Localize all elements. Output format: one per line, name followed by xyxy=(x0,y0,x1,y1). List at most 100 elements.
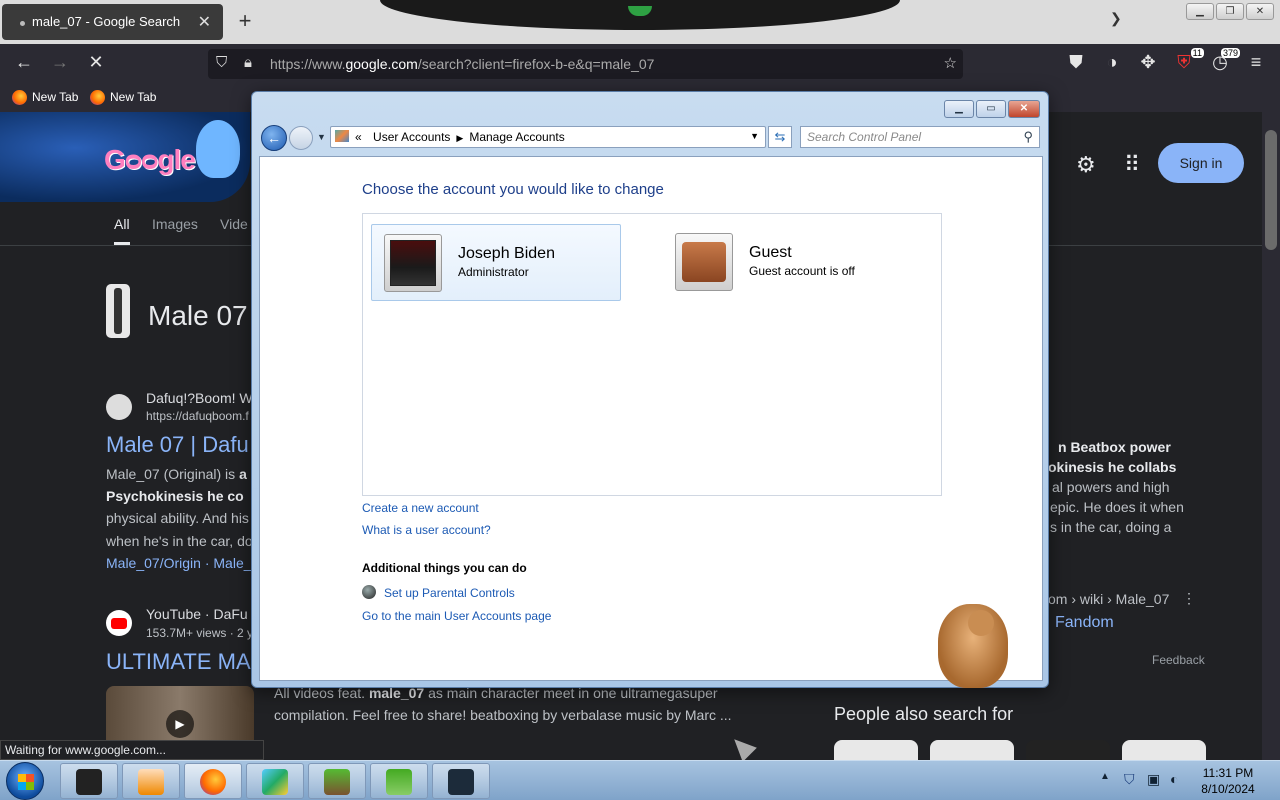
knowledge-title: Male 07 xyxy=(148,300,248,331)
cp-address-bar[interactable]: « User Accounts ▶ Manage Accounts ▼ xyxy=(330,126,766,148)
breadcrumb-manage-accounts[interactable]: Manage Accounts xyxy=(469,130,564,144)
extensions-puzzle-icon[interactable]: ✥ xyxy=(1136,52,1160,73)
cp-close-button[interactable]: ✕ xyxy=(1008,100,1040,118)
google-doodle[interactable]: Gᴑᴑgle xyxy=(0,112,250,202)
hamburger-menu-icon[interactable]: ≡ xyxy=(1244,52,1268,73)
system-clock[interactable]: 11:31 PM 8/10/2024 xyxy=(1196,765,1260,797)
minecraft-icon xyxy=(324,769,350,795)
settings-gear-icon[interactable]: ⚙ xyxy=(1076,152,1096,178)
people-card[interactable] xyxy=(834,740,918,760)
tracking-protection-shield-icon[interactable]: ⛉ xyxy=(216,54,227,71)
new-tab-button[interactable]: + xyxy=(234,8,256,34)
google-logo: Gᴑᴑgle xyxy=(104,144,196,175)
app-icon xyxy=(76,769,102,795)
browser-tab-active[interactable]: male_07 - Google Search ✕ xyxy=(2,4,223,40)
taskbar-app-1[interactable] xyxy=(60,763,118,799)
result-sitelinks[interactable]: Male_07/Origin · Male_ xyxy=(106,555,252,571)
fandom-link[interactable]: Fandom xyxy=(1055,614,1114,632)
back-icon[interactable]: ← xyxy=(12,52,36,73)
people-card[interactable] xyxy=(1122,740,1206,760)
start-button[interactable] xyxy=(6,762,44,800)
play-icon[interactable]: ▶ xyxy=(166,710,194,738)
search-icon[interactable]: ⚲ xyxy=(1023,129,1033,145)
desktop-hamster-pet[interactable] xyxy=(938,604,1008,688)
tab-title: male_07 - Google Search xyxy=(32,14,181,29)
tab-close-icon[interactable]: ✕ xyxy=(198,12,211,32)
pocket-icon[interactable]: ⛊ xyxy=(1064,52,1088,73)
people-card[interactable] xyxy=(930,740,1014,760)
cp-forward-arrow-icon[interactable] xyxy=(289,126,313,150)
main-user-accounts-link[interactable]: Go to the main User Accounts page xyxy=(362,609,551,623)
result-url: https://dafuqboom.f xyxy=(146,409,249,423)
bookmark-new-tab-1[interactable]: New Tab xyxy=(12,90,78,105)
address-dropdown-icon[interactable]: ▼ xyxy=(750,131,759,141)
result-meta: 153.7M+ views · 2 y xyxy=(146,626,254,640)
cp-window-controls: ▁ ▭ ✕ xyxy=(944,100,1040,118)
minecraft-icon xyxy=(386,769,412,795)
list-all-tabs-chevron-icon[interactable]: ❯ xyxy=(1110,10,1122,27)
result-site-name: Dafuq!?Boom! W xyxy=(146,390,253,406)
account-tile-guest[interactable]: Guest Guest account is off xyxy=(663,224,913,301)
account-tile-joseph-biden[interactable]: Joseph Biden Administrator xyxy=(371,224,621,301)
forward-icon[interactable]: → xyxy=(48,52,72,73)
what-is-account-link[interactable]: What is a user account? xyxy=(362,523,491,537)
extension-clock-icon[interactable]: ◷ 379 xyxy=(1208,48,1240,73)
create-account-link[interactable]: Create a new account xyxy=(362,501,479,515)
taskbar-minecraft-1[interactable] xyxy=(308,763,366,799)
account-name: Joseph Biden xyxy=(458,245,555,262)
panel-text: n Beatbox power xyxy=(1058,439,1171,455)
page-heading: Choose the account you would like to cha… xyxy=(362,181,664,198)
taskbar-firefox[interactable] xyxy=(184,763,242,799)
cp-content: Choose the account you would like to cha… xyxy=(259,156,1043,681)
taskbar-minecraft-2[interactable] xyxy=(370,763,428,799)
feedback-link[interactable]: Feedback xyxy=(1152,653,1205,667)
firefox-account-icon[interactable]: ◑ xyxy=(1100,52,1124,73)
bookmark-star-icon[interactable]: ☆ xyxy=(944,54,957,72)
taskbar-control-panel[interactable] xyxy=(246,763,304,799)
result-site-name: YouTube · DaFu xyxy=(146,606,248,622)
control-panel-icon xyxy=(262,769,288,795)
more-options-icon[interactable]: ⋮ xyxy=(1182,590,1196,607)
restore-button[interactable]: ❐ xyxy=(1216,3,1244,20)
cp-maximize-button[interactable]: ▭ xyxy=(976,100,1006,118)
url-bar[interactable]: ⛉ 🔒︎ https://www.google.com/search?clien… xyxy=(208,49,963,79)
sign-in-button[interactable]: Sign in xyxy=(1158,143,1244,183)
taskbar-media-player[interactable] xyxy=(122,763,180,799)
tab-videos[interactable]: Vide xyxy=(220,216,248,232)
breadcrumb-separator-icon[interactable]: ▶ xyxy=(456,133,463,143)
control-panel-icon xyxy=(335,130,349,142)
people-card[interactable] xyxy=(1026,740,1110,760)
volume-icon[interactable]: ◐ xyxy=(1170,771,1178,787)
account-role: Guest account is off xyxy=(749,264,855,278)
result-title-link[interactable]: ULTIMATE MA xyxy=(106,649,251,675)
tab-images[interactable]: Images xyxy=(152,216,198,232)
close-window-button[interactable]: ✕ xyxy=(1246,3,1274,20)
breadcrumb-user-accounts[interactable]: User Accounts xyxy=(373,130,450,144)
clock-time: 11:31 PM xyxy=(1202,766,1254,780)
security-shield-icon[interactable]: ⛉ xyxy=(1124,771,1135,788)
tab-all[interactable]: All xyxy=(114,216,130,245)
network-monitor-icon[interactable]: ▣ xyxy=(1147,771,1160,788)
people-also-search-heading: People also search for xyxy=(834,704,1014,724)
bookmark-new-tab-2[interactable]: New Tab xyxy=(90,90,156,105)
tab-loading-dot xyxy=(20,21,25,26)
scrollbar-thumb[interactable] xyxy=(1265,130,1277,250)
cp-history-dropdown-icon[interactable]: ▼ xyxy=(317,132,326,142)
minimize-button[interactable]: ▁ xyxy=(1186,3,1214,20)
stop-loading-icon[interactable]: ✕ xyxy=(84,52,108,73)
knowledge-thumbnail[interactable] xyxy=(106,284,130,338)
result-title-link[interactable]: Male 07 | Dafu xyxy=(106,432,249,458)
cp-back-arrow-icon[interactable]: ← xyxy=(261,125,287,151)
parental-controls-link[interactable]: Set up Parental Controls xyxy=(384,586,515,600)
taskbar-app-7[interactable] xyxy=(432,763,490,799)
padlock-icon[interactable]: 🔒︎ xyxy=(244,54,252,71)
google-apps-grid-icon[interactable]: ⠿ xyxy=(1124,152,1140,178)
cp-refresh-icon[interactable]: ⇆ xyxy=(768,126,792,148)
cp-minimize-button[interactable]: ▁ xyxy=(944,100,974,118)
show-hidden-icons-chevron-icon[interactable]: ▲ xyxy=(1100,771,1110,782)
panel-text: al powers and high xyxy=(1052,479,1170,495)
ublock-icon[interactable]: ⛨ 11 xyxy=(1172,48,1204,73)
cp-search-input[interactable]: Search Control Panel ⚲ xyxy=(800,126,1040,148)
breadcrumb-overflow[interactable]: « xyxy=(355,130,362,144)
page-scrollbar[interactable] xyxy=(1262,112,1280,760)
